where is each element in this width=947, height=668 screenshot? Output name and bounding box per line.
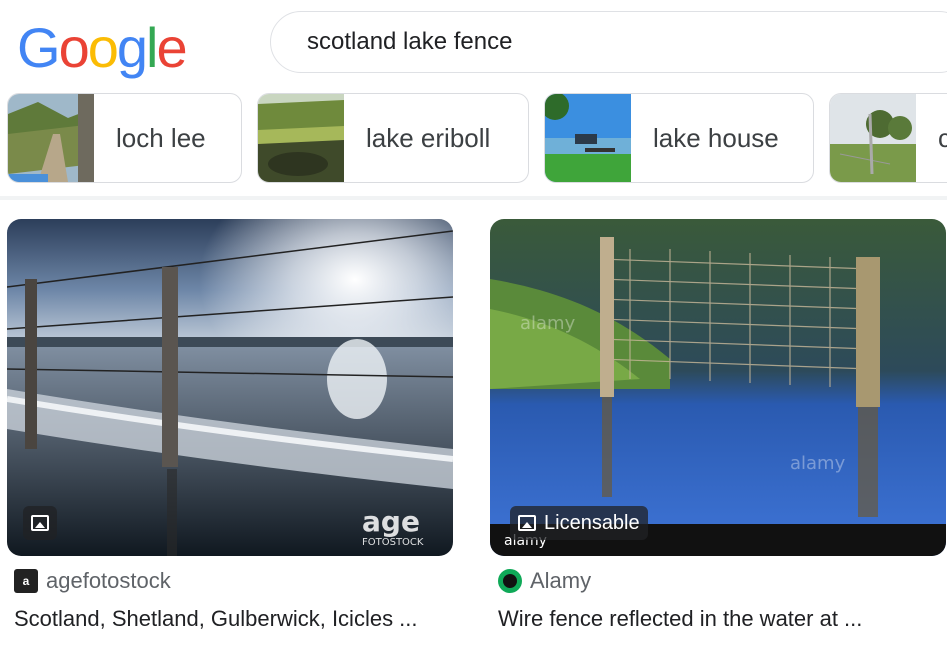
- chip-label: loch lee: [116, 123, 206, 153]
- chip-more[interactable]: c: [829, 93, 947, 183]
- result-image[interactable]: alamy alamy alamy Licensable: [490, 219, 946, 556]
- image-badge: [23, 506, 57, 540]
- chip-thumbnail: [8, 94, 94, 182]
- chip-lake-eriboll[interactable]: lake eriboll: [257, 93, 529, 183]
- image-icon: [31, 515, 49, 531]
- chip-loch-lee[interactable]: loch lee: [7, 93, 242, 183]
- logo-letter: l: [146, 16, 159, 79]
- source-name: Alamy: [530, 568, 592, 593]
- result-caption[interactable]: Scotland, Shetland, Gulberwick, Icicles …: [14, 606, 418, 632]
- related-searches-row: loch lee lake eriboll lake house: [0, 93, 947, 183]
- chip-label: lake house: [653, 123, 779, 153]
- chip-label: c: [938, 123, 947, 154]
- chip-thumbnail: [258, 94, 344, 182]
- result-caption[interactable]: Wire fence reflected in the water at ...: [498, 606, 862, 632]
- result-image[interactable]: age FOTOSTOCK: [7, 219, 453, 556]
- svg-text:alamy: alamy: [520, 313, 576, 334]
- chip-label: lake eriboll: [366, 123, 491, 153]
- agefotostock-favicon: a: [14, 569, 38, 593]
- source-name: agefotostock: [46, 568, 171, 593]
- badge-label: Licensable: [544, 512, 640, 534]
- logo-letter: G: [17, 16, 61, 79]
- logo-letter: g: [116, 16, 148, 79]
- search-input[interactable]: [307, 24, 907, 60]
- image-icon: [518, 515, 536, 531]
- fence-ice-photo: age FOTOSTOCK: [7, 219, 453, 556]
- google-logo[interactable]: Google: [17, 16, 188, 79]
- alamy-favicon: [498, 569, 522, 593]
- chip-thumbnail: [830, 94, 916, 182]
- svg-text:FOTOSTOCK: FOTOSTOCK: [362, 537, 424, 548]
- licensable-badge[interactable]: Licensable: [510, 506, 648, 540]
- divider: [0, 196, 947, 200]
- chip-lake-house[interactable]: lake house: [544, 93, 814, 183]
- result-source[interactable]: a agefotostock: [14, 568, 171, 594]
- logo-letter: o: [58, 16, 90, 79]
- logo-letter: o: [87, 16, 119, 79]
- chip-thumbnail: [545, 94, 631, 182]
- svg-text:age: age: [362, 505, 420, 538]
- svg-text:alamy: alamy: [790, 453, 846, 474]
- logo-letter: e: [156, 16, 187, 79]
- result-source[interactable]: Alamy: [498, 568, 591, 594]
- search-box[interactable]: [270, 11, 947, 73]
